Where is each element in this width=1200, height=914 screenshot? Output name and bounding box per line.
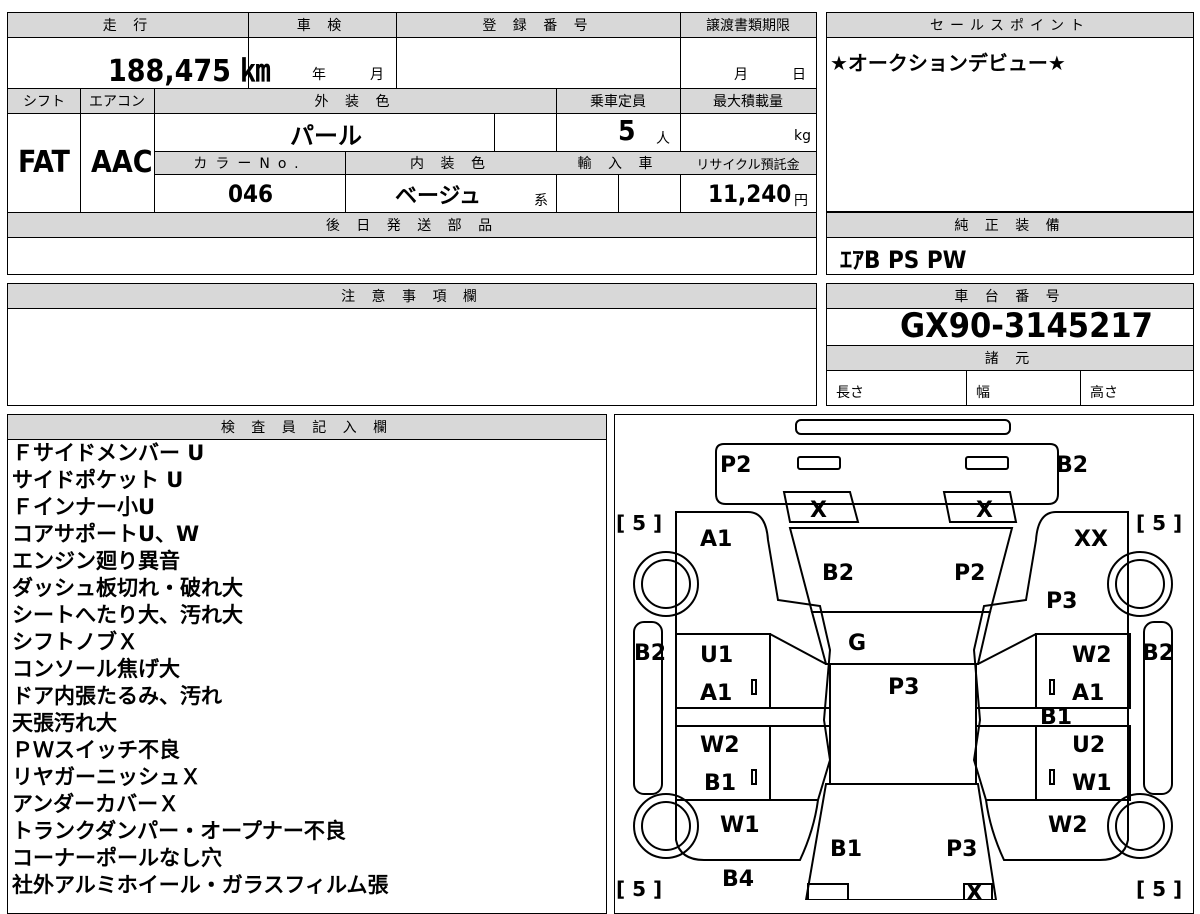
damage-mark: B1 — [830, 837, 862, 862]
ac-header: エアコン — [80, 89, 154, 113]
ac-value: AAC — [91, 145, 153, 180]
damage-mark: W2 — [1072, 643, 1112, 668]
color-no-header: カラーNo. — [155, 152, 345, 174]
load-header: 最大積載量 — [680, 89, 816, 113]
dims-height: 高さ — [1090, 385, 1118, 401]
inspector-note: ドア内張たるみ、汚れ — [12, 684, 222, 708]
damage-mark: G — [848, 631, 866, 656]
capacity-value: 5 — [618, 114, 636, 147]
caution-header: 注 意 事 項 欄 — [8, 284, 816, 308]
equipment-text: ｴｱB PS PW — [840, 246, 967, 274]
mileage-header: 走 行 — [8, 13, 248, 37]
damage-mark: B4 — [722, 867, 754, 892]
shift-header: シフト — [8, 89, 80, 113]
inspector-note: ＰＷスイッチ不良 — [12, 738, 180, 762]
inspector-note: コーナーポールなし穴 — [12, 846, 222, 870]
inspector-note: シフトノブＸ — [12, 630, 138, 654]
inspector-note: トランクダンパー・オープナー不良 — [12, 819, 346, 843]
inspector-note: サイドポケット U — [12, 468, 184, 492]
capacity-header: 乗車定員 — [556, 89, 680, 113]
interior-suffix: 系 — [534, 193, 548, 209]
damage-mark: B2 — [1142, 641, 1174, 666]
damage-mark: B2 — [634, 641, 666, 666]
inspector-note: ダッシュ板切れ・破れ大 — [12, 576, 243, 600]
exterior-value: パール — [290, 122, 362, 150]
damage-mark: W1 — [720, 813, 760, 838]
interior-value: ベージュ — [395, 184, 482, 209]
damage-mark: [ 5 ] — [616, 877, 662, 900]
import-header: 輸 入 車 — [556, 152, 680, 174]
shaken-header: 車 検 — [248, 13, 396, 37]
inspector-header: 検 査 員 記 入 欄 — [8, 415, 606, 439]
damage-mark: X — [810, 498, 827, 523]
damage-mark: X — [966, 881, 983, 900]
damage-mark: W2 — [700, 733, 740, 758]
later-parts-header: 後 日 発 送 部 品 — [8, 213, 816, 237]
damage-mark: U1 — [700, 643, 733, 668]
damage-mark: W2 — [1048, 813, 1088, 838]
mileage-value: 188,475 ㎞ — [108, 54, 271, 89]
capacity-unit: 人 — [656, 131, 670, 147]
car-diagram: P2 B2X X[ 5 ][ 5 ]A1 XXB2 P2P3GB2 B2U1 W2P3A1 A… — [616, 419, 1182, 900]
sales-point-header: セールスポイント — [827, 13, 1193, 37]
inspector-note: エンジン廻り異音 — [12, 549, 180, 573]
damage-mark: W1 — [1072, 771, 1112, 796]
damage-mark: A1 — [1072, 681, 1104, 706]
damage-mark: A1 — [700, 527, 732, 552]
recycle-unit: 円 — [794, 193, 808, 209]
interior-header: 内 装 色 — [345, 152, 556, 174]
damage-mark: B2 — [822, 561, 854, 586]
damage-mark: P2 — [954, 561, 985, 586]
inspector-note: Ｆサイドメンバー U — [12, 441, 205, 465]
damage-mark: [ 5 ] — [1136, 877, 1182, 900]
registration-header: 登 録 番 号 — [396, 13, 680, 37]
inspector-note: コンソール焦げ大 — [12, 657, 180, 681]
damage-mark: X — [976, 498, 993, 523]
exterior-header: 外 装 色 — [154, 89, 556, 113]
sales-point-text: ★オークションデビュー★ — [830, 51, 1066, 75]
recycle-header: リサイクル預託金 — [680, 152, 816, 174]
damage-mark: XX — [1074, 527, 1108, 552]
inspector-note: リヤガーニッシュＸ — [12, 765, 201, 789]
damage-mark: B1 — [704, 771, 736, 796]
damage-mark: A1 — [700, 681, 732, 706]
transfer-day: 日 — [792, 67, 806, 83]
inspector-note: コアサポートU、W — [12, 522, 200, 546]
shaken-month: 月 — [370, 67, 384, 83]
dims-header: 諸 元 — [827, 346, 1193, 370]
damage-mark: P3 — [1046, 589, 1077, 614]
damage-mark: P3 — [946, 837, 977, 862]
damage-mark: [ 5 ] — [1136, 511, 1182, 535]
inspector-note: 社外アルミホイール・ガラスフィルム張 — [12, 873, 389, 897]
damage-mark: B1 — [1040, 705, 1072, 730]
equipment-header: 純 正 装 備 — [827, 213, 1193, 237]
sales-point-box — [826, 12, 1194, 212]
shaken-year: 年 — [312, 67, 326, 83]
color-no-value: 046 — [228, 180, 274, 208]
dims-width: 幅 — [976, 385, 990, 401]
inspector-note: アンダーカバーＸ — [12, 792, 180, 816]
damage-mark: B2 — [1056, 453, 1088, 478]
load-unit: kg — [794, 128, 811, 144]
damage-mark: P3 — [888, 675, 919, 700]
chassis-number: GX90-3145217 — [900, 306, 1153, 346]
inspector-note: シートへたり大、汚れ大 — [12, 603, 243, 627]
inspector-note: Ｆインナー小U — [12, 495, 156, 519]
damage-mark: [ 5 ] — [616, 511, 662, 535]
recycle-value: 11,240 — [708, 180, 792, 208]
transfer-month: 月 — [734, 67, 748, 83]
transfer-deadline-header: 譲渡書類期限 — [680, 13, 816, 37]
damage-mark: U2 — [1072, 733, 1105, 758]
inspector-note: 天張汚れ大 — [12, 711, 117, 735]
shift-value: FAT — [18, 145, 70, 180]
damage-mark: P2 — [720, 453, 751, 478]
dims-length: 長さ — [836, 385, 864, 401]
chassis-header: 車 台 番 号 — [827, 284, 1193, 308]
